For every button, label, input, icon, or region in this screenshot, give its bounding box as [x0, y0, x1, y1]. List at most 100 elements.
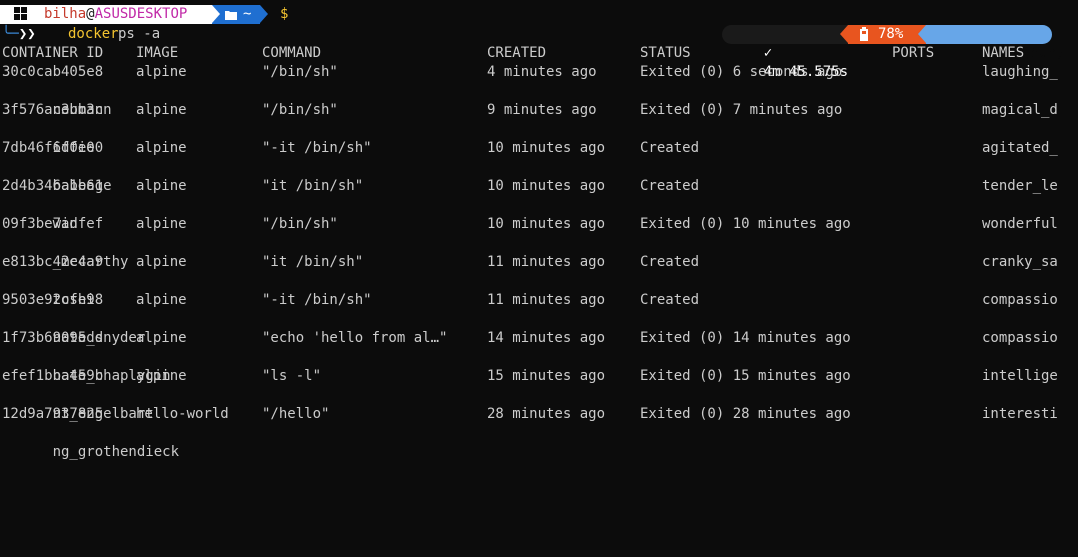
container-name: cranky_sa [982, 254, 1058, 270]
prompt-tree: ╰─ [2, 26, 19, 42]
container-command: "/hello" [262, 406, 330, 422]
container-name: tender_le [982, 178, 1058, 194]
battery-segment: 78% [848, 25, 926, 44]
container-created: 4 minutes ago [487, 64, 597, 80]
container-name-continued: ng_grothendieck [52, 444, 180, 460]
container-command: "-it /bin/sh" [262, 292, 372, 308]
container-status: Exited (0) 28 minutes ago [640, 406, 851, 422]
prompt-chevron: ❯❯ [18, 26, 36, 42]
container-name: intellige [982, 368, 1058, 384]
table-header: CONTAINER ID IMAGE COMMAND CREATED STATU… [0, 44, 1078, 63]
table-row[interactable]: e813bc42e4a9 alpine "it /bin/sh" 11 minu… [0, 253, 1078, 272]
container-name: magical_d [982, 102, 1058, 118]
container-id: 7db46f6d0e00 [2, 140, 104, 156]
table-row[interactable]: efef1bba459b alpine "ls -l" 15 minutes a… [0, 367, 1078, 386]
container-status: Created [640, 140, 700, 156]
container-created: 10 minutes ago [487, 216, 606, 232]
command-name: docker [68, 26, 119, 42]
container-status: Exited (0) 10 minutes ago [640, 216, 851, 232]
container-created: 11 minutes ago [487, 292, 606, 308]
container-status: Created [640, 254, 700, 270]
container-command: "echo 'hello from al…" [262, 330, 448, 346]
container-id: 9503e92cfe98 [2, 292, 104, 308]
container-id: 30c0cab405e8 [2, 64, 104, 80]
container-image: alpine [136, 368, 187, 384]
container-id: efef1bba459b [2, 368, 104, 384]
header-status: STATUS [640, 45, 691, 61]
container-command: "ls -l" [262, 368, 322, 384]
container-created: 10 minutes ago [487, 140, 606, 156]
container-id: e813bc42e4a9 [2, 254, 104, 270]
prompt-user: bilha [44, 6, 87, 22]
container-command: "/bin/sh" [262, 216, 338, 232]
container-status: Exited (0) 6 seconds ago [640, 64, 843, 80]
container-name: compassio [982, 330, 1058, 346]
table-row-wrap: toshi [2, 272, 95, 308]
table-row[interactable]: 9503e92cfe98 alpine "-it /bin/sh" 11 min… [0, 291, 1078, 310]
table-row[interactable]: 30c0cab405e8 alpine "/bin/sh" 4 minutes … [0, 63, 1078, 82]
segment-separator [260, 5, 268, 23]
table-row-wrap: _mccarthy [2, 234, 129, 270]
prompt-user-segment: bilha@ASUSDESKTOP [34, 5, 212, 24]
container-created: 28 minutes ago [487, 406, 606, 422]
container-name: agitated_ [982, 140, 1058, 156]
container-created: 11 minutes ago [487, 254, 606, 270]
prompt-line-two: ╰─❯❯ [2, 25, 36, 44]
prompt-dollar: $ [280, 6, 289, 22]
table-row-wrap: ng_grothendieck [2, 424, 179, 460]
container-id: 12d9a7937825 [2, 406, 104, 422]
table-row-wrap: neumann [2, 82, 112, 118]
container-status: Exited (0) 7 minutes ago [640, 102, 843, 118]
header-names: NAMES [982, 45, 1025, 61]
container-image: alpine [136, 330, 187, 346]
container-id: 1f73b69095dd [2, 330, 104, 346]
container-created: 10 minutes ago [487, 178, 606, 194]
table-row[interactable]: 2d4b346a1e61 alpine "it /bin/sh" 10 minu… [0, 177, 1078, 196]
battery-icon [860, 27, 868, 41]
header-container-id: CONTAINER ID [2, 45, 104, 61]
container-created: 14 minutes ago [487, 330, 606, 346]
table-row-wrap: nt_engelbart [2, 386, 154, 422]
container-name: wonderful [982, 216, 1058, 232]
container-name: interesti [982, 406, 1058, 422]
container-image: alpine [136, 64, 187, 80]
container-image: alpine [136, 254, 187, 270]
segment-separator [918, 25, 926, 43]
container-status: Created [640, 292, 700, 308]
terminal-window[interactable]: bilha@ASUSDESKTOP ~ $ ╰─❯❯ docker ps -a … [0, 0, 1078, 460]
prompt-host: ASUSDESKTOP [94, 6, 188, 22]
prompt-os-segment [0, 5, 34, 24]
clock-segment: 14:13 (Sun) [926, 25, 1064, 61]
container-name: laughing_ [982, 64, 1058, 80]
segment-separator [840, 25, 848, 43]
container-status: Exited (0) 14 minutes ago [640, 330, 851, 346]
container-image: alpine [136, 292, 187, 308]
container-command: "-it /bin/sh" [262, 140, 372, 156]
table-row[interactable]: 1f73b69095dd alpine "echo 'hello from al… [0, 329, 1078, 348]
table-row-wrap: nate_snyder [2, 310, 146, 346]
container-command: "it /bin/sh" [262, 254, 364, 270]
windows-icon [14, 7, 27, 20]
container-image: alpine [136, 140, 187, 156]
timer-segment: ✓ 4m 45.575s [722, 25, 848, 80]
table-row[interactable]: 7db46f6d0e00 alpine "-it /bin/sh" 10 min… [0, 139, 1078, 158]
table-row[interactable]: 12d9a7937825 hello-world "/hello" 28 min… [0, 405, 1078, 424]
container-id: 2d4b346a1e61 [2, 178, 104, 194]
header-command: COMMAND [262, 45, 322, 61]
container-status: Exited (0) 15 minutes ago [640, 368, 851, 384]
folder-icon [225, 11, 237, 20]
container-image: alpine [136, 102, 187, 118]
header-ports: PORTS [892, 45, 935, 61]
table-row[interactable]: 09f3be7adfef alpine "/bin/sh" 10 minutes… [0, 215, 1078, 234]
table-row-wrap: nate_chaplygin [2, 348, 171, 384]
container-command: "/bin/sh" [262, 64, 338, 80]
battery-level: 78% [878, 26, 904, 42]
container-image: alpine [136, 178, 187, 194]
container-created: 9 minutes ago [487, 102, 597, 118]
table-row[interactable]: 3f576ac3bb3c alpine "/bin/sh" 9 minutes … [0, 101, 1078, 120]
container-id: 09f3be7adfef [2, 216, 104, 232]
container-created: 15 minutes ago [487, 368, 606, 384]
header-image: IMAGE [136, 45, 179, 61]
prompt-at: @ [86, 6, 95, 22]
table-row-wrap: babbage [2, 158, 112, 194]
